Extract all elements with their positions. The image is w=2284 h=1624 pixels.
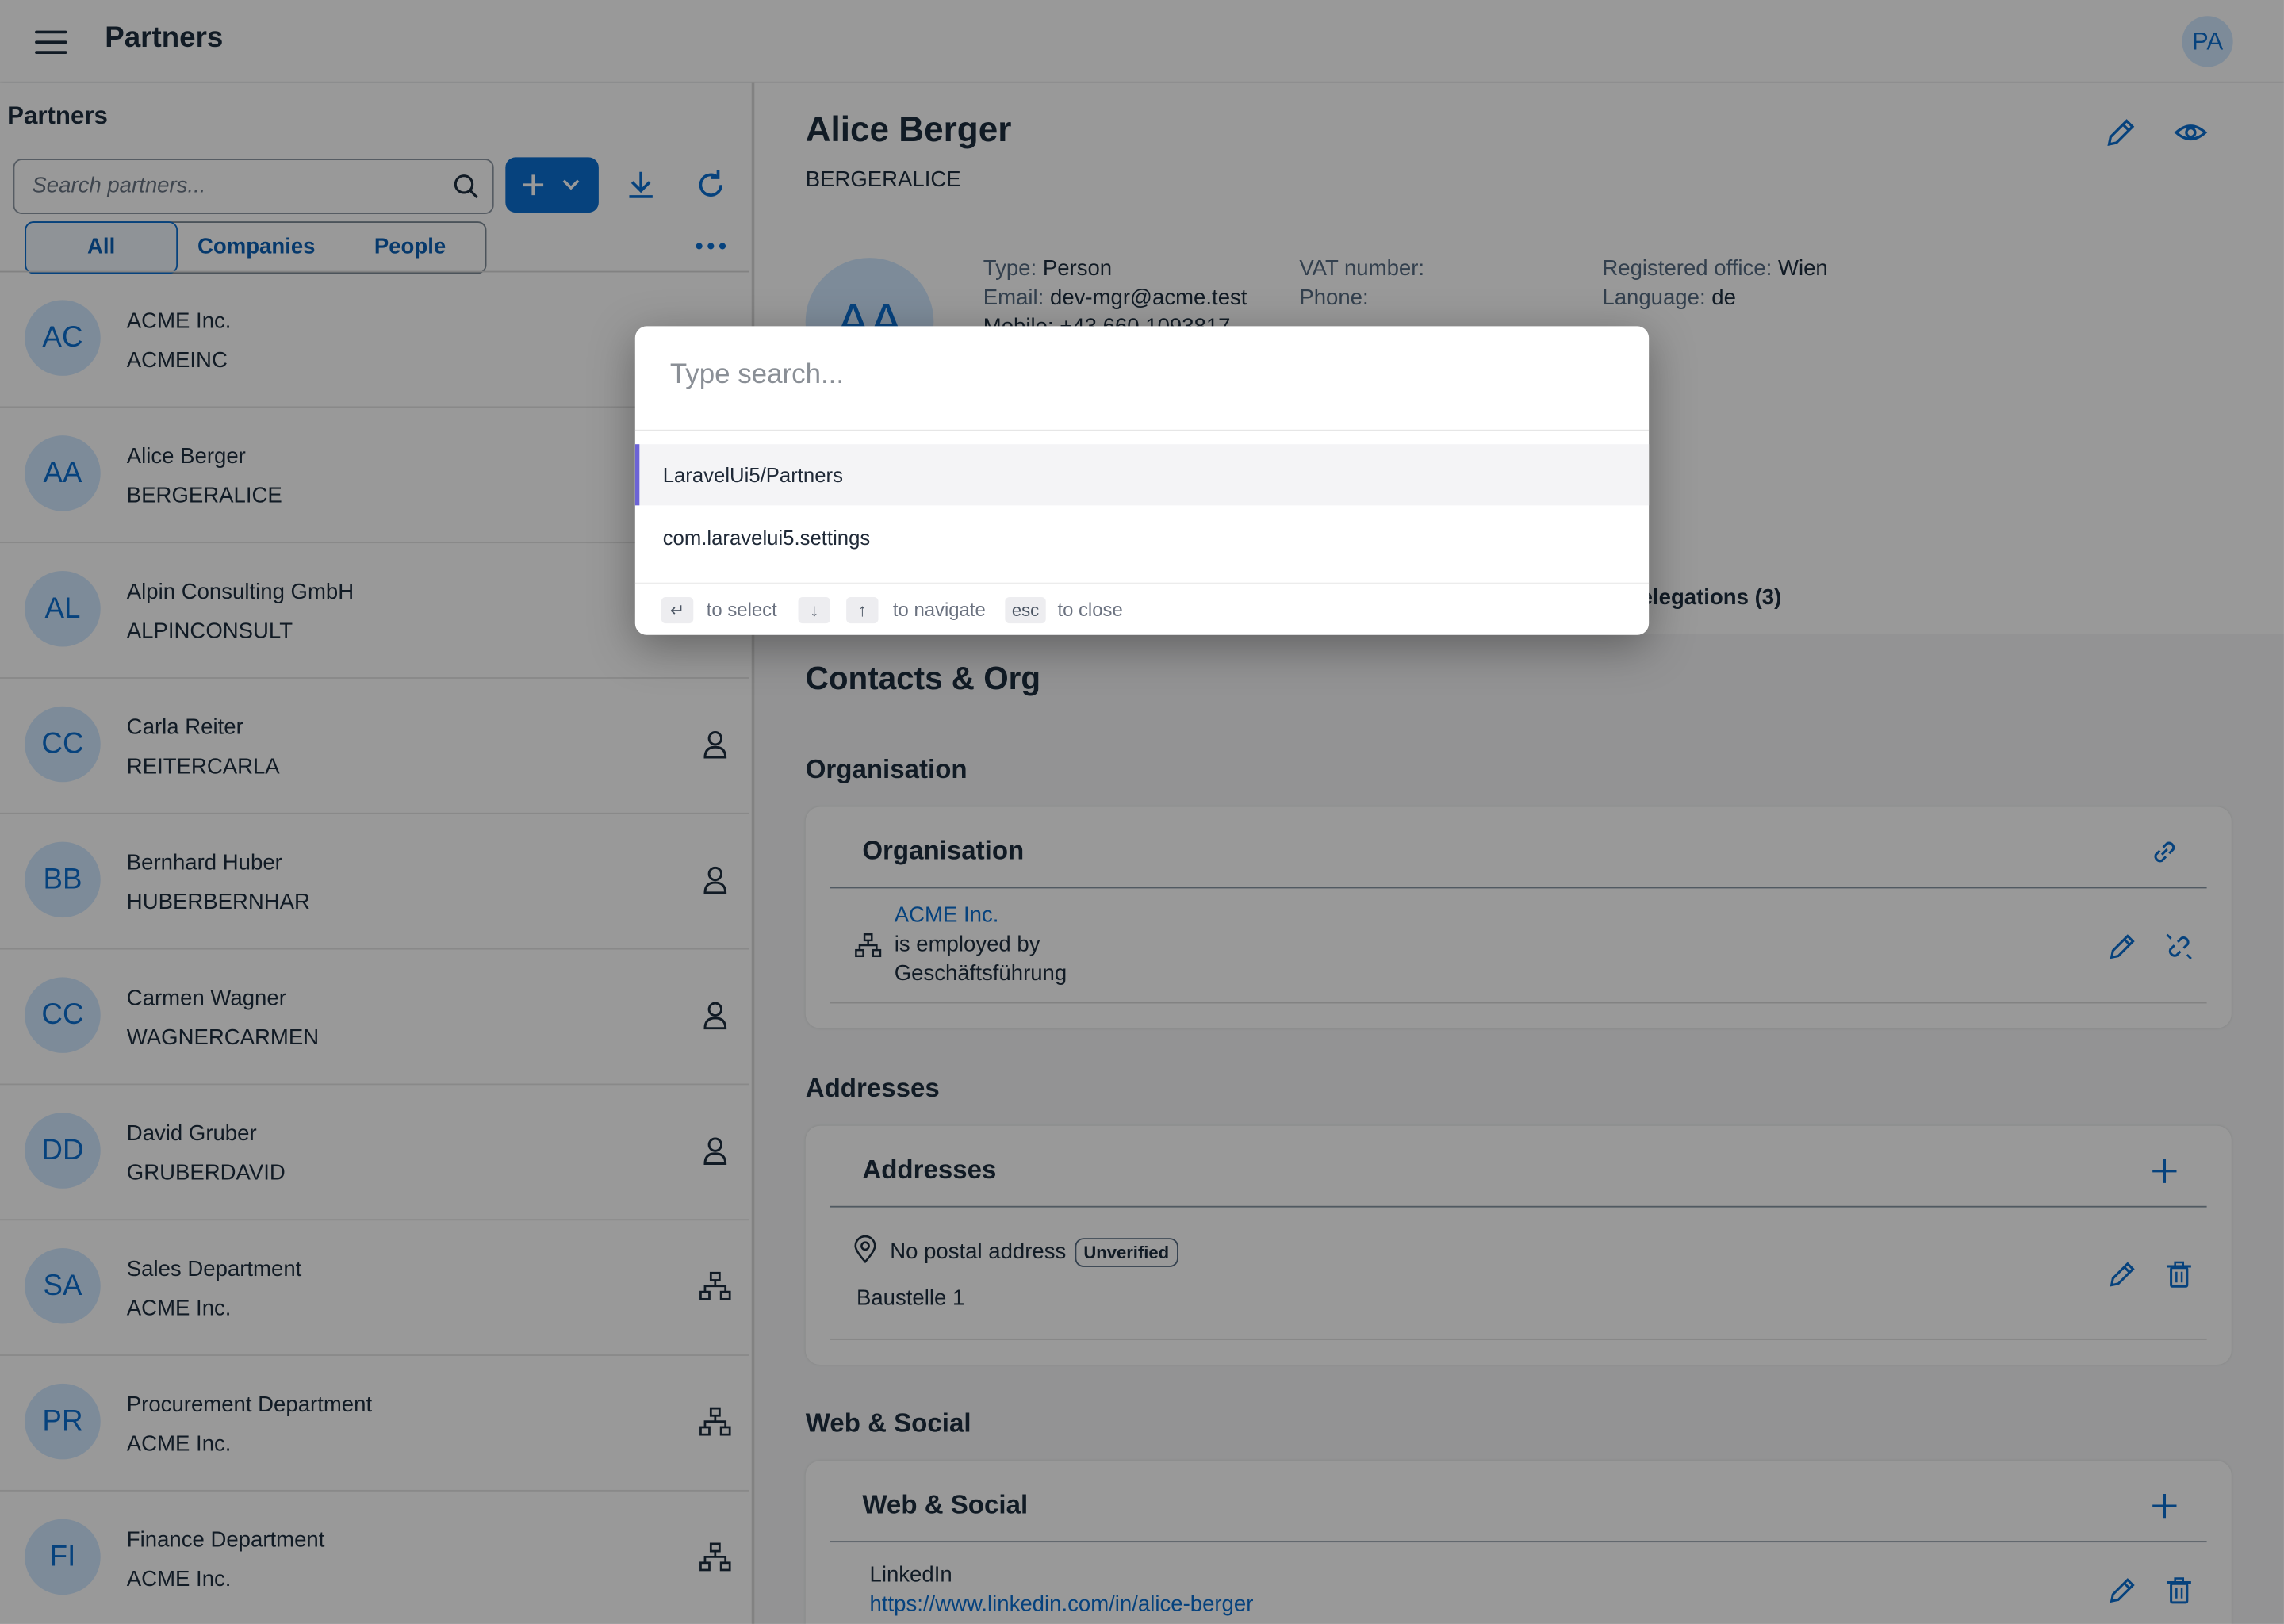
palette-result-label: com.laravelui5.settings (662, 526, 871, 550)
command-search-input[interactable]: Type search... (670, 360, 844, 392)
hint-select: to select (706, 598, 777, 621)
palette-result[interactable]: com.laravelui5.settings (635, 507, 1649, 568)
palette-footer: ↵ to select ↓ ↑ to navigate esc to close (634, 582, 1650, 635)
arrow-down-key: ↓ (798, 597, 830, 624)
enter-key: ↵ (661, 597, 694, 624)
command-palette: Type search... LaravelUi5/Partners com.l… (634, 326, 1650, 635)
esc-key: esc (1005, 597, 1046, 624)
hint-navigate: to navigate (892, 598, 986, 621)
modal-backdrop[interactable] (0, 0, 2284, 1624)
palette-result-label: LaravelUi5/Partners (662, 463, 843, 487)
arrow-up-key: ↑ (846, 597, 879, 624)
palette-result[interactable]: LaravelUi5/Partners (634, 444, 1650, 506)
hint-close: to close (1057, 598, 1123, 621)
